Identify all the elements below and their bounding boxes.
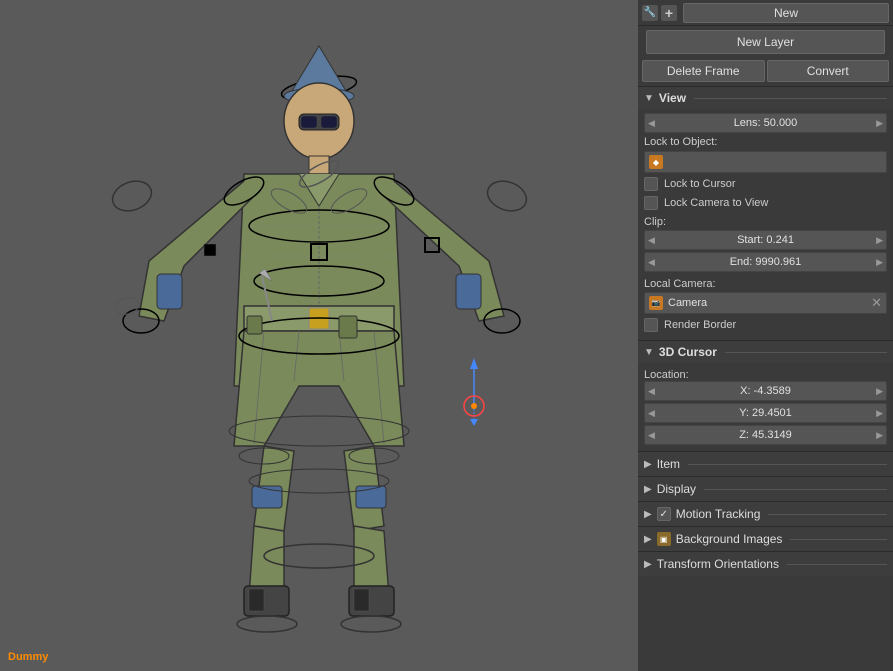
motion-tracking-arrow-icon: ▶	[644, 509, 652, 520]
lock-object-selector[interactable]: ◆	[644, 151, 887, 173]
viewport-label: Dummy	[8, 651, 48, 663]
lock-to-object-label: Lock to Object:	[644, 136, 724, 148]
lens-left-arrow: ◀	[648, 118, 655, 129]
render-border-row: Render Border	[644, 317, 887, 333]
cursor-y-value: Y: 29.4501	[739, 407, 792, 419]
camera-selector[interactable]: 📷 Camera ✕	[644, 292, 887, 314]
new-layer-container: New Layer	[638, 26, 893, 58]
cursor-x-value: X: -4.3589	[740, 385, 791, 397]
object-icon: ◆	[649, 155, 663, 169]
render-border-checkbox[interactable]	[644, 318, 658, 332]
delete-frame-button[interactable]: Delete Frame	[642, 60, 765, 82]
toolbar-icons: 🔧 +	[642, 5, 677, 21]
view-section-header[interactable]: ▼ View	[638, 86, 893, 109]
lock-cursor-checkbox[interactable]	[644, 177, 658, 191]
character-svg	[89, 26, 549, 646]
background-images-icon: ▣	[657, 532, 671, 546]
cursor-y-right-arrow: ▶	[876, 408, 883, 419]
clip-end-right-arrow: ▶	[876, 257, 883, 268]
clip-start-value: Start: 0.241	[737, 234, 794, 246]
display-section-title: Display	[657, 482, 696, 496]
motion-tracking-checkbox[interactable]	[657, 507, 671, 521]
item-section-title: Item	[657, 457, 680, 471]
view-section-title: View	[659, 91, 686, 105]
clip-end-left-arrow: ◀	[648, 257, 655, 268]
cursor-z-value: Z: 45.3149	[739, 429, 792, 441]
cursor-x-right-arrow: ▶	[876, 386, 883, 397]
toolbar-row: 🔧 + New	[638, 0, 893, 26]
cursor-section-content: Location: ◀ X: -4.3589 ▶ ◀ Y: 29.4501 ▶ …	[638, 363, 893, 451]
cursor-x-left-arrow: ◀	[648, 386, 655, 397]
right-panel: 🔧 + New New Layer Delete Frame Convert ▼…	[638, 0, 893, 671]
lock-camera-row: Lock Camera to View	[644, 195, 887, 211]
clip-section: Clip:	[644, 214, 887, 228]
clip-start-left-arrow: ◀	[648, 235, 655, 246]
cursor-x-input[interactable]: ◀ X: -4.3589 ▶	[644, 381, 887, 401]
clip-start-input[interactable]: ◀ Start: 0.241 ▶	[644, 230, 887, 250]
cursor-y-left-arrow: ◀	[648, 408, 655, 419]
cursor-section-title: 3D Cursor	[659, 345, 717, 359]
background-images-section-header[interactable]: ▶ ▣ Background Images	[638, 526, 893, 551]
display-section-header[interactable]: ▶ Display	[638, 476, 893, 501]
add-icon[interactable]: +	[661, 5, 677, 21]
camera-name: Camera	[668, 297, 867, 309]
local-camera-section: Local Camera:	[644, 276, 887, 290]
lens-input[interactable]: ◀ Lens: 50.000 ▶	[644, 113, 887, 133]
clip-end-input[interactable]: ◀ End: 9990.961 ▶	[644, 252, 887, 272]
tool-icon[interactable]: 🔧	[642, 5, 658, 21]
clip-label: Clip:	[644, 216, 666, 228]
transform-orientations-section-title: Transform Orientations	[657, 557, 779, 571]
clip-start-right-arrow: ▶	[876, 235, 883, 246]
cursor-z-left-arrow: ◀	[648, 430, 655, 441]
background-images-section-title: Background Images	[676, 532, 783, 546]
lens-value: Lens: 50.000	[734, 117, 798, 129]
lock-camera-label: Lock Camera to View	[664, 197, 768, 209]
new-layer-button[interactable]: New Layer	[646, 30, 885, 54]
camera-icon: 📷	[649, 296, 663, 310]
character-view	[0, 0, 638, 671]
lock-camera-checkbox[interactable]	[644, 196, 658, 210]
convert-button[interactable]: Convert	[767, 60, 890, 82]
transform-orientations-arrow-icon: ▶	[644, 559, 652, 570]
action-row: Delete Frame Convert	[638, 58, 893, 84]
lens-right-arrow: ▶	[876, 118, 883, 129]
viewport[interactable]: Dummy	[0, 0, 638, 671]
cursor-arrow-icon: ▼	[644, 347, 654, 358]
view-arrow-icon: ▼	[644, 93, 654, 104]
display-arrow-icon: ▶	[644, 484, 652, 495]
cursor-z-input[interactable]: ◀ Z: 45.3149 ▶	[644, 425, 887, 445]
cursor-section-header[interactable]: ▼ 3D Cursor	[638, 340, 893, 363]
motion-tracking-section-header[interactable]: ▶ Motion Tracking	[638, 501, 893, 526]
item-section-header[interactable]: ▶ Item	[638, 451, 893, 476]
new-button[interactable]: New	[683, 3, 889, 23]
cursor-z-right-arrow: ▶	[876, 430, 883, 441]
camera-clear-icon[interactable]: ✕	[871, 295, 882, 311]
lock-to-object-row: Lock to Object:	[644, 136, 887, 148]
lens-row: ◀ Lens: 50.000 ▶	[644, 113, 887, 133]
lock-cursor-label: Lock to Cursor	[664, 178, 736, 190]
transform-orientations-section-header[interactable]: ▶ Transform Orientations	[638, 551, 893, 576]
background-images-arrow-icon: ▶	[644, 534, 652, 545]
render-border-label: Render Border	[664, 319, 736, 331]
location-label: Location:	[644, 369, 689, 381]
clip-end-value: End: 9990.961	[730, 256, 802, 268]
lock-cursor-row: Lock to Cursor	[644, 176, 887, 192]
local-camera-label: Local Camera:	[644, 278, 716, 290]
item-arrow-icon: ▶	[644, 459, 652, 470]
cursor-y-input[interactable]: ◀ Y: 29.4501 ▶	[644, 403, 887, 423]
motion-tracking-section-title: Motion Tracking	[676, 507, 761, 521]
view-section-content: ◀ Lens: 50.000 ▶ Lock to Object: ◆ Lock …	[638, 109, 893, 340]
